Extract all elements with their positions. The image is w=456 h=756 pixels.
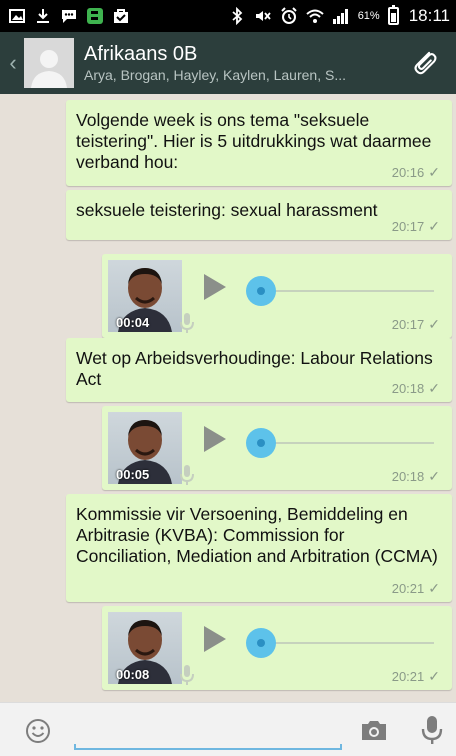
voice-message-bubble[interactable]: 00:05 20:18 ✓ — [102, 406, 452, 490]
message-meta: 20:18 ✓ — [392, 468, 440, 485]
status-time: 18:11 — [408, 6, 450, 25]
microphone-icon[interactable] — [420, 715, 444, 745]
mic-icon — [180, 665, 194, 685]
emoji-icon[interactable] — [24, 717, 52, 745]
message-bubble[interactable]: Kommissie vir Versoening, Bemiddeling en… — [66, 494, 452, 602]
message-meta: 20:21 ✓ — [392, 668, 440, 685]
group-members: Arya, Brogan, Hayley, Kaylen, Lauren, S.… — [84, 67, 346, 83]
voice-duration: 00:04 — [116, 315, 150, 330]
audio-seek-knob[interactable] — [246, 276, 276, 306]
message-time: 20:16 — [391, 165, 425, 180]
sent-check-icon: ✓ — [428, 164, 440, 180]
attachment-icon[interactable] — [404, 43, 444, 83]
message-time: 20:21 — [391, 581, 425, 596]
play-icon[interactable] — [204, 426, 226, 452]
voice-message-bubble[interactable]: 00:04 20:17 ✓ — [102, 254, 452, 338]
chat-area[interactable]: Volgende week is ons tema "seksuele teis… — [0, 94, 456, 702]
message-input-underline — [74, 744, 342, 750]
mic-icon — [180, 313, 194, 333]
message-bubble[interactable]: seksuele teistering: sexual harassment 2… — [66, 190, 452, 240]
alarm-icon — [280, 7, 298, 25]
message-time: 20:17 — [391, 219, 425, 234]
chat-header-info[interactable]: Afrikaans 0B Arya, Brogan, Hayley, Kayle… — [84, 42, 404, 84]
image-icon — [8, 7, 26, 25]
chat-notification-icon — [60, 7, 78, 25]
sent-check-icon: ✓ — [428, 316, 440, 332]
message-meta: 20:17 ✓ — [392, 218, 440, 235]
message-bubble[interactable]: Volgende week is ons tema "seksuele teis… — [66, 100, 452, 186]
audio-progress-track[interactable] — [262, 642, 434, 644]
voice-duration: 00:05 — [116, 467, 150, 482]
audio-seek-knob[interactable] — [246, 628, 276, 658]
message-text: Wet op Arbeidsverhoudinge: Labour Relati… — [76, 348, 433, 389]
voice-message-bubble[interactable]: 00:08 20:21 ✓ — [102, 606, 452, 690]
mic-icon — [180, 465, 194, 485]
sent-check-icon: ✓ — [428, 468, 440, 484]
audio-progress-track[interactable] — [262, 290, 434, 292]
battery-icon — [387, 5, 399, 25]
bluetooth-icon — [228, 7, 246, 25]
voice-duration: 00:08 — [116, 667, 150, 682]
mute-icon — [254, 7, 272, 25]
message-meta: 20:17 ✓ — [392, 316, 440, 333]
audio-progress-track[interactable] — [262, 442, 434, 444]
message-text: seksuele teistering: sexual harassment — [76, 200, 378, 220]
sender-photo: 00:05 — [108, 412, 182, 484]
sent-check-icon: ✓ — [428, 218, 440, 234]
play-icon[interactable] — [204, 274, 226, 300]
battery-percent: 61% — [357, 10, 380, 22]
audio-seek-knob[interactable] — [246, 428, 276, 458]
message-input[interactable] — [80, 715, 336, 745]
wifi-icon — [306, 7, 324, 25]
download-icon — [34, 7, 52, 25]
sent-check-icon: ✓ — [428, 668, 440, 684]
sender-photo: 00:08 — [108, 612, 182, 684]
status-bar: 61% 18:11 — [0, 0, 456, 32]
message-meta: 20:18 ✓ — [392, 380, 440, 397]
message-time: 20:17 — [391, 317, 425, 332]
sent-check-icon: ✓ — [428, 380, 440, 396]
message-meta: 20:16 ✓ — [392, 164, 440, 181]
message-text: Volgende week is ons tema "seksuele teis… — [76, 110, 432, 172]
sent-check-icon: ✓ — [428, 580, 440, 596]
group-name: Afrikaans 0B — [84, 43, 198, 65]
bbm-icon — [86, 7, 104, 25]
message-time: 20:18 — [391, 381, 425, 396]
camera-icon[interactable] — [360, 718, 388, 742]
play-icon[interactable] — [204, 626, 226, 652]
message-time: 20:21 — [391, 669, 425, 684]
message-meta: 20:21 ✓ — [392, 580, 440, 597]
sender-photo: 00:04 — [108, 260, 182, 332]
chat-header[interactable]: ‹ Afrikaans 0B Arya, Brogan, Hayley, Kay… — [0, 32, 456, 94]
message-text: Kommissie vir Versoening, Bemiddeling en… — [76, 504, 438, 566]
message-bubble[interactable]: Wet op Arbeidsverhoudinge: Labour Relati… — [66, 338, 452, 402]
group-avatar[interactable] — [24, 38, 74, 88]
bag-icon — [112, 7, 130, 25]
signal-icon — [332, 7, 350, 25]
back-arrow-icon[interactable]: ‹ — [4, 50, 22, 76]
message-time: 20:18 — [391, 469, 425, 484]
compose-bar — [0, 702, 456, 756]
